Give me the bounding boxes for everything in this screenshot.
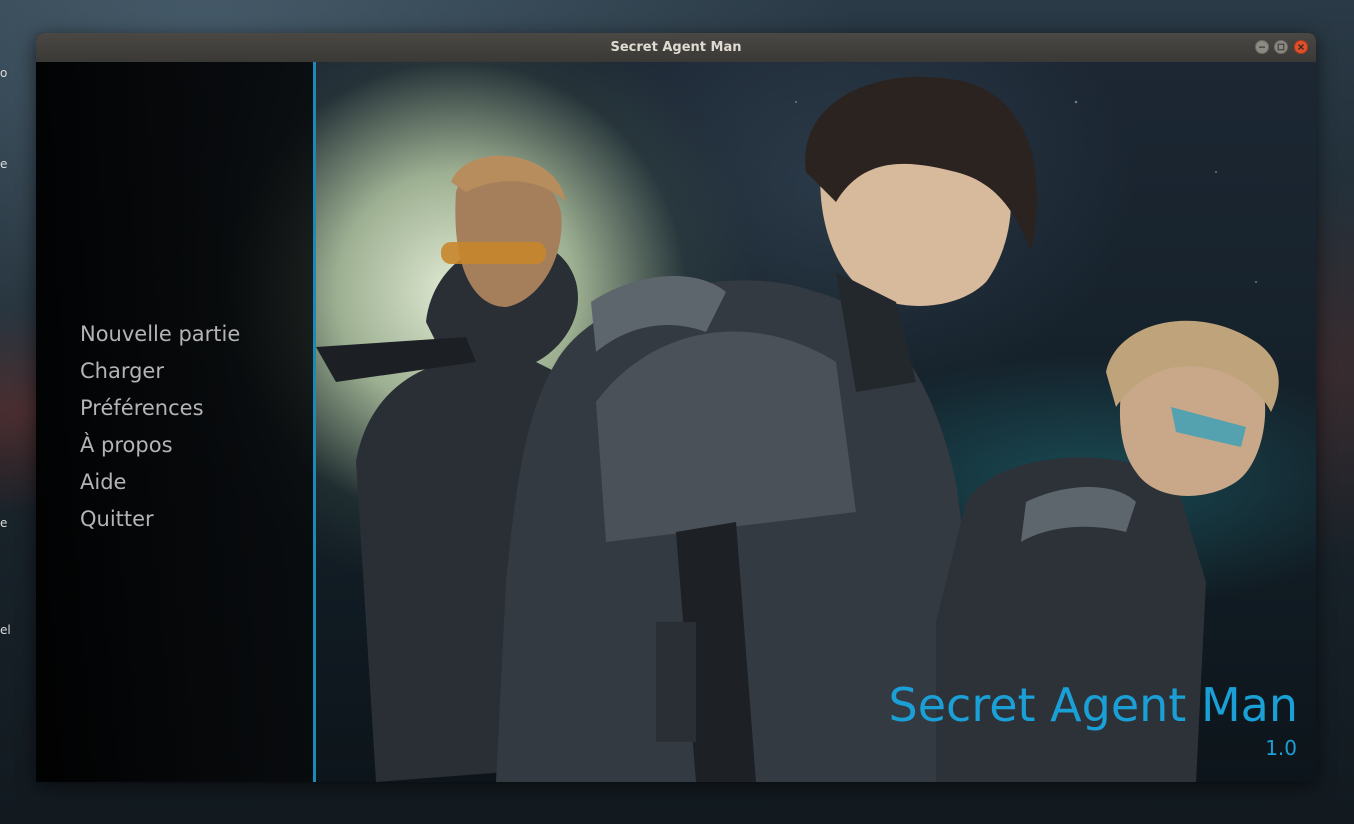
desktop-icon-label[interactable]: e: [0, 157, 7, 171]
menu-item-about[interactable]: À propos: [80, 427, 240, 464]
menu-item-quit[interactable]: Quitter: [80, 501, 240, 538]
menu-item-load[interactable]: Charger: [80, 353, 240, 390]
close-icon: [1298, 44, 1304, 50]
window-title: Secret Agent Man: [610, 40, 742, 55]
game-version: 1.0: [1265, 736, 1297, 760]
window-titlebar[interactable]: Secret Agent Man: [36, 33, 1316, 62]
game-window: Secret Agent Man Nouvelle partie Charger…: [36, 33, 1316, 782]
menu-divider: [313, 62, 316, 782]
desktop-icon-label[interactable]: o: [0, 66, 7, 80]
menu-item-preferences[interactable]: Préférences: [80, 390, 240, 427]
close-button[interactable]: [1294, 40, 1308, 54]
minimize-button[interactable]: [1255, 40, 1269, 54]
game-title: Secret Agent Man: [888, 678, 1298, 732]
main-menu: Nouvelle partie Charger Préférences À pr…: [80, 316, 240, 538]
game-screen: Nouvelle partie Charger Préférences À pr…: [36, 62, 1316, 782]
menu-item-new-game[interactable]: Nouvelle partie: [80, 316, 240, 353]
maximize-icon: [1277, 43, 1285, 51]
desktop-icon-label[interactable]: el: [0, 623, 11, 637]
desktop-icon-label[interactable]: e: [0, 516, 7, 530]
menu-item-help[interactable]: Aide: [80, 464, 240, 501]
minimize-icon: [1259, 46, 1265, 48]
maximize-button[interactable]: [1274, 40, 1288, 54]
